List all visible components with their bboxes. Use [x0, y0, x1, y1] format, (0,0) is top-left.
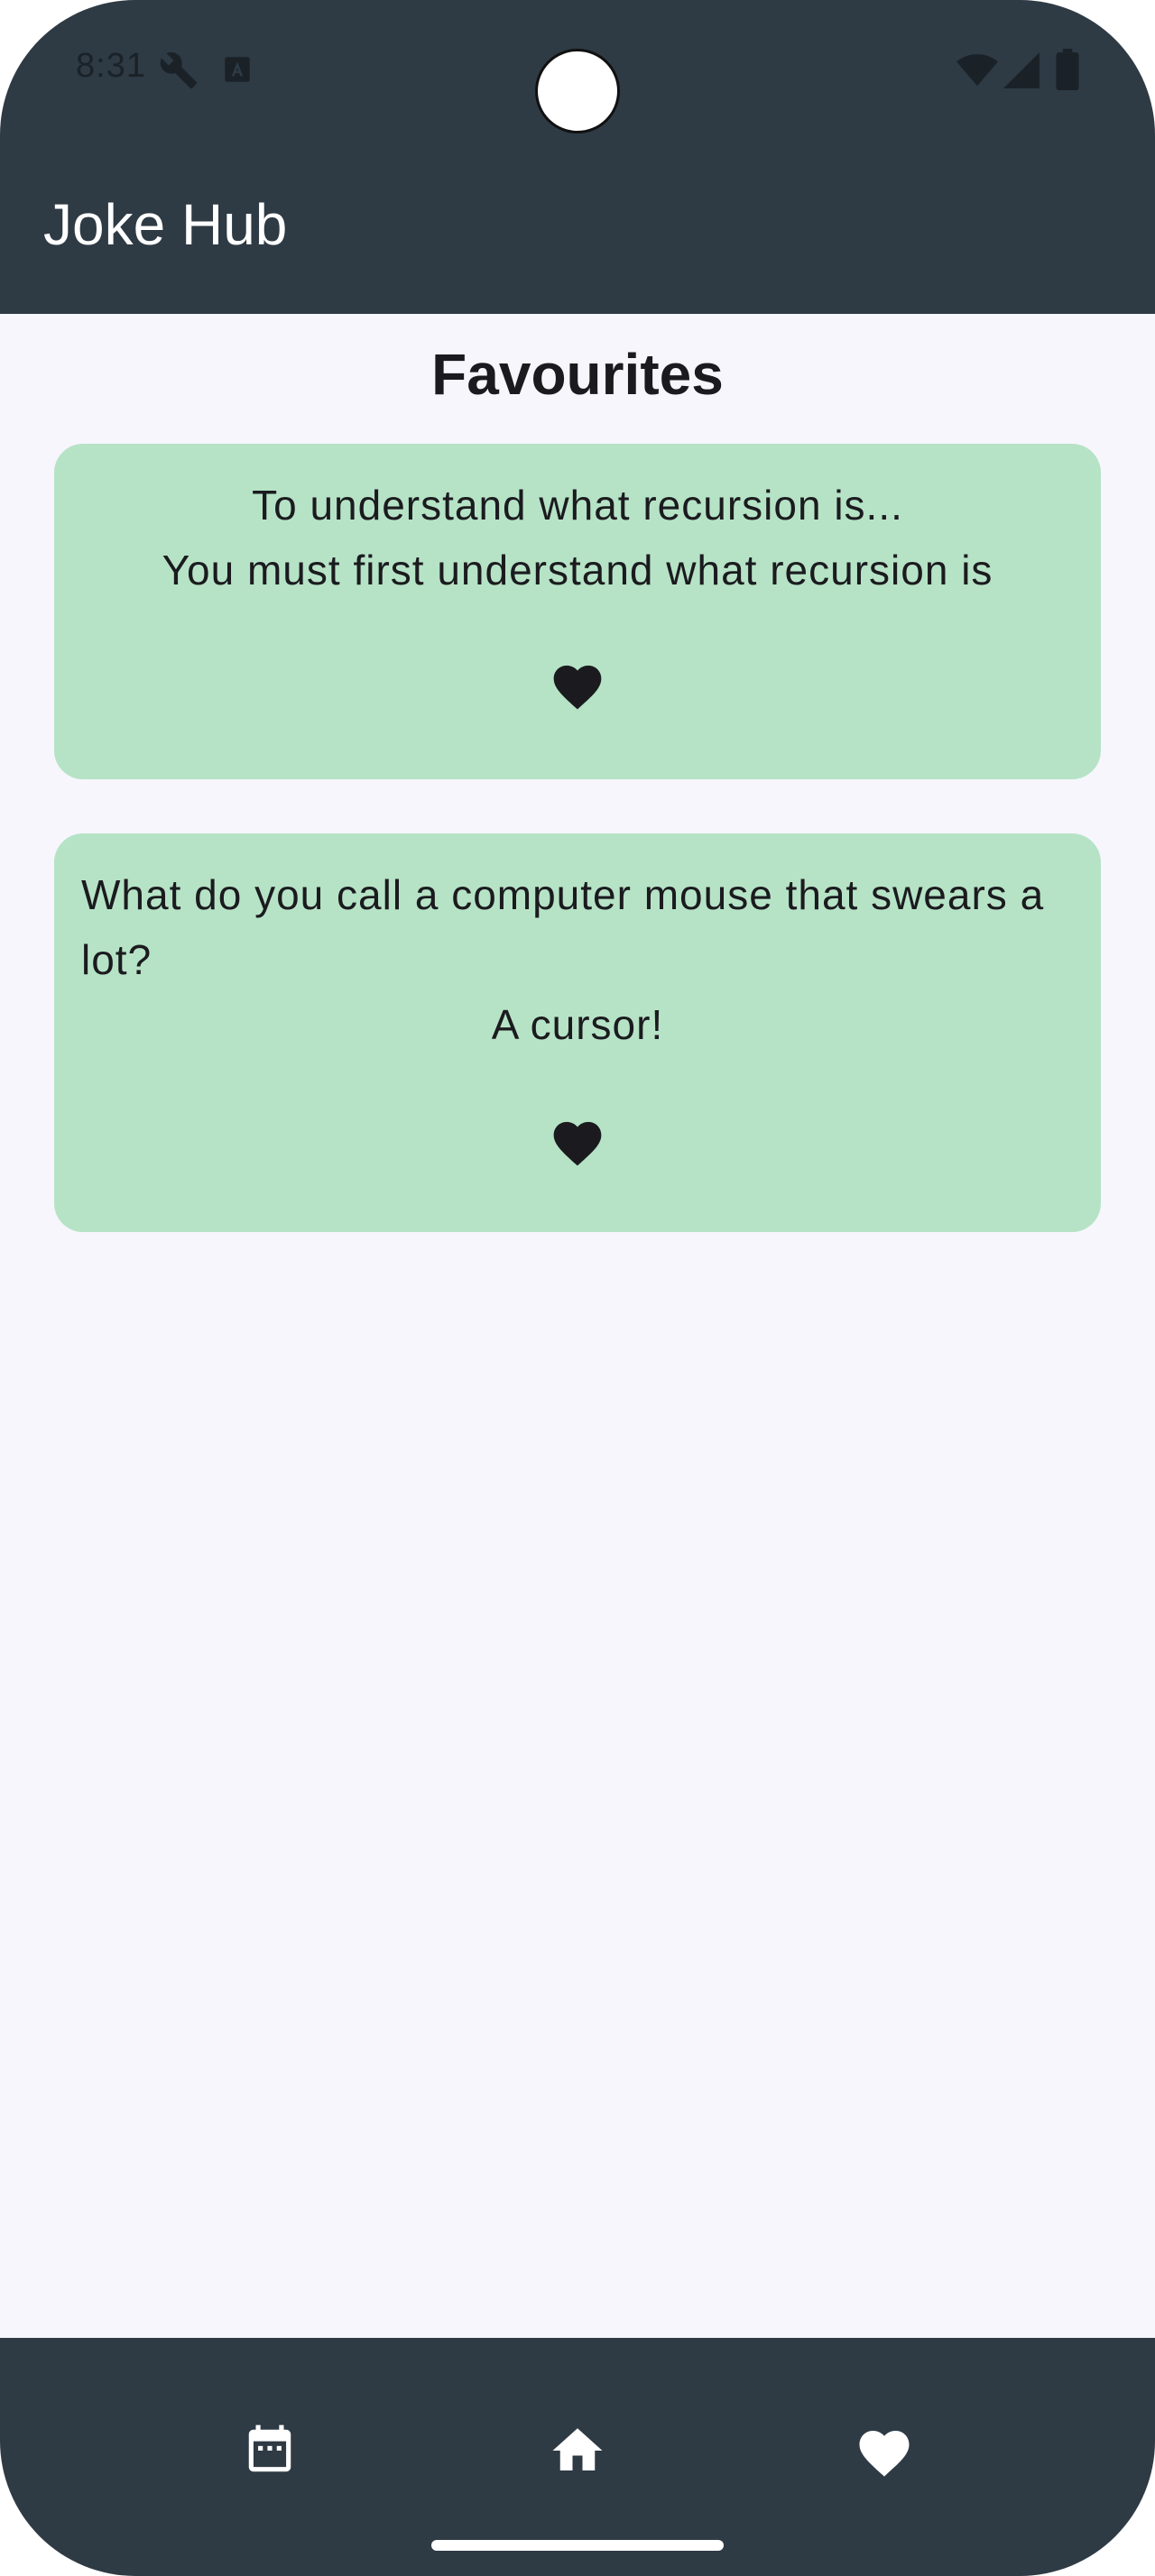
joke-card: To understand what recursion is... You m…	[54, 444, 1101, 779]
favourite-heart-icon[interactable]	[549, 658, 606, 711]
home-icon	[552, 2428, 603, 2470]
calendar-icon	[248, 2424, 291, 2472]
bottom-navigation	[0, 2338, 1155, 2576]
favourite-heart-icon[interactable]	[549, 1115, 606, 1167]
signal-icon	[1003, 52, 1040, 88]
joke-setup: To understand what recursion is...	[252, 482, 903, 529]
phone-screen: 8:31 Joke Hub Favourites To understand w…	[0, 0, 1155, 2576]
app-bar: Joke Hub	[0, 137, 1155, 314]
wifi-icon	[956, 54, 998, 87]
battery-icon	[1056, 49, 1079, 90]
nav-favourites-button[interactable]	[835, 2401, 934, 2500]
home-indicator[interactable]	[431, 2540, 724, 2551]
app-title: Joke Hub	[43, 192, 288, 257]
wrench-icon	[160, 52, 198, 89]
favourites-screen: Favourites To understand what recursion …	[0, 314, 1155, 2338]
status-time: 8:31	[76, 47, 146, 85]
text-a-icon	[225, 57, 250, 82]
joke-punchline: You must first understand what recursion…	[162, 547, 993, 593]
front-camera	[535, 49, 620, 133]
nav-home-button[interactable]	[528, 2401, 627, 2500]
heart-icon	[859, 2431, 910, 2477]
joke-card: What do you call a computer mouse that s…	[54, 833, 1101, 1232]
nav-calendar-button[interactable]	[220, 2401, 319, 2500]
page-title: Favourites	[431, 342, 724, 407]
status-bar: 8:31	[0, 0, 1155, 137]
joke-setup: What do you call a computer mouse that s…	[81, 871, 1045, 983]
joke-punchline: A cursor!	[491, 1001, 664, 1048]
